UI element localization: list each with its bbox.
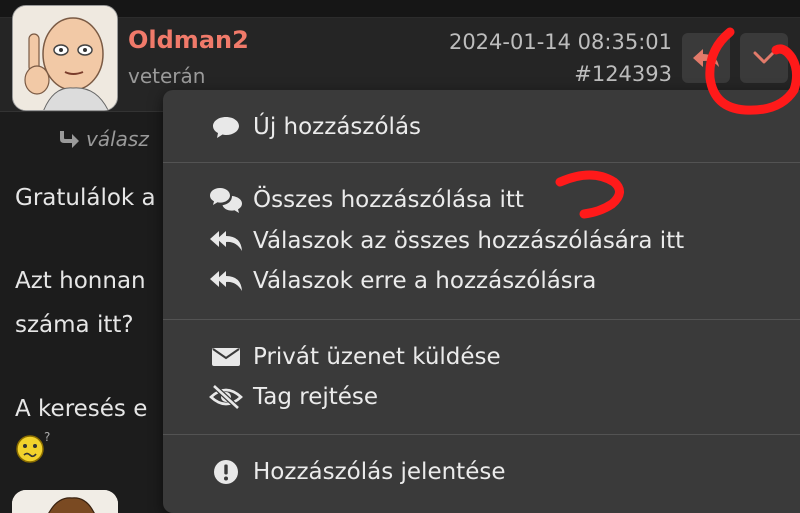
reply-all-icon <box>209 269 243 293</box>
post-date: 2024-01-14 08:35:01 <box>448 30 672 54</box>
menu-item-new-post[interactable]: Új hozzászólás <box>209 109 421 145</box>
menu-divider <box>163 434 800 435</box>
username[interactable]: Oldman2 <box>128 26 249 54</box>
menu-divider <box>163 162 800 163</box>
emoji-suffix: ? <box>44 430 51 444</box>
menu-item-label: Válaszok az összes hozzászólására itt <box>253 228 685 254</box>
menu-item-label: Hozzászólás jelentése <box>253 459 506 485</box>
top-bar <box>0 0 800 18</box>
post-body-line: Azt honnan <box>15 268 146 294</box>
menu-item-hide-member[interactable]: Tag rejtése <box>209 379 378 415</box>
user-avatar[interactable] <box>12 5 118 111</box>
reply-all-icon <box>209 229 243 253</box>
comments-icon <box>209 186 243 214</box>
reply-icon <box>693 49 719 67</box>
more-options-button[interactable] <box>740 33 788 83</box>
chevron-down-icon <box>753 51 775 64</box>
user-rank: veterán <box>128 64 206 88</box>
post-body-line: száma itt? <box>15 312 134 338</box>
next-avatar-portrait <box>12 490 118 513</box>
avatar-portrait <box>13 6 117 110</box>
menu-item-report-post[interactable]: Hozzászólás jelentése <box>209 454 505 490</box>
menu-item-replies-to-all[interactable]: Válaszok az összes hozzászólására itt <box>209 223 684 259</box>
reply-link-label: válasz <box>86 127 149 151</box>
confused-emoji-icon <box>16 435 44 463</box>
menu-item-private-message[interactable]: Privát üzenet küldése <box>209 339 501 375</box>
menu-divider <box>163 319 800 320</box>
menu-item-label: Válaszok erre a hozzászólásra <box>253 268 597 294</box>
post-id[interactable]: #124393 <box>574 62 672 86</box>
menu-item-all-posts-here[interactable]: Összes hozzászólása itt <box>209 182 524 218</box>
menu-item-label: Tag rejtése <box>253 384 379 410</box>
post-body-line: A keresés e <box>15 396 148 422</box>
next-post-avatar[interactable] <box>12 490 118 513</box>
reply-arrow-icon <box>60 131 79 148</box>
post-body-line: Gratulálok a <box>15 185 156 211</box>
reply-button[interactable] <box>682 33 730 83</box>
envelope-icon <box>209 346 243 368</box>
eye-slash-icon <box>209 384 243 410</box>
menu-item-replies-to-this[interactable]: Válaszok erre a hozzászólásra <box>209 263 596 299</box>
menu-item-label: Összes hozzászólása itt <box>253 187 524 213</box>
exclamation-circle-icon <box>209 458 243 486</box>
reply-link[interactable]: válasz <box>54 127 149 151</box>
menu-item-label: Privát üzenet küldése <box>253 344 501 370</box>
speech-bubble-icon <box>209 115 243 139</box>
post-options-menu: Új hozzászólás Összes hozzászólása itt V… <box>163 90 800 513</box>
menu-item-label: Új hozzászólás <box>253 114 422 140</box>
